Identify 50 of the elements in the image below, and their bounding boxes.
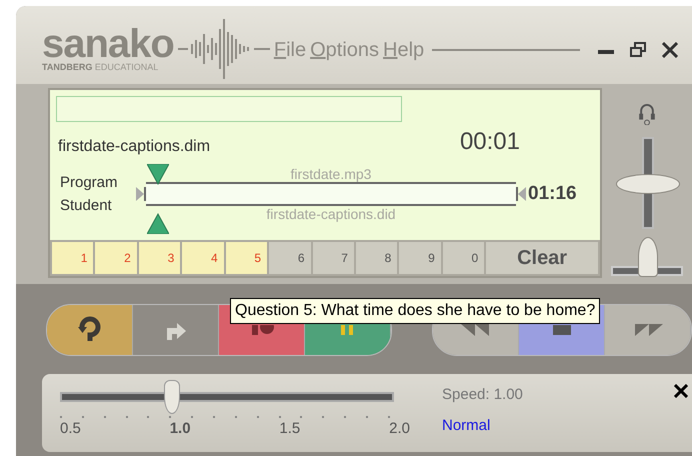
logo-subtitle: TANDBERG EDUCATIONAL (42, 62, 160, 72)
file-name: firstdate-captions.dim (58, 138, 210, 156)
close-icon[interactable] (674, 384, 688, 398)
caption-field[interactable] (56, 96, 402, 122)
fast-forward-icon (632, 324, 662, 336)
tooltip: Question 5: What time does she have to be home? (230, 298, 600, 324)
menu-item[interactable]: File (274, 38, 306, 62)
speed-tick-label: 0.5 (60, 420, 81, 437)
track-label: Program (60, 174, 119, 191)
bookmark-button[interactable]: 4 (182, 242, 224, 274)
close-icon[interactable] (662, 42, 678, 58)
bookmark-button[interactable]: 9 (399, 242, 441, 274)
track-file-name: firstdate.mp3 (290, 166, 372, 182)
bookmark-button[interactable]: 0 (442, 242, 484, 274)
start-marker-icon[interactable] (136, 187, 146, 201)
clear-button[interactable]: Clear (486, 242, 598, 274)
balance-thumb[interactable] (638, 236, 658, 277)
track-label: Student (60, 197, 113, 214)
playhead-marker-icon[interactable] (147, 164, 170, 234)
speed-tick-label: 1.5 (279, 420, 300, 437)
restore-icon[interactable] (630, 42, 646, 58)
speed-reading: Speed: 1.00 (442, 386, 523, 403)
repeat-icon (76, 316, 102, 344)
normal-speed-link[interactable]: Normal (442, 417, 523, 434)
waveform-icon (178, 16, 270, 82)
logo: sanako (42, 26, 174, 62)
end-marker-icon[interactable] (516, 187, 526, 201)
total-time: 01:16 (528, 183, 577, 205)
bookmark-button[interactable]: 1 (52, 242, 94, 274)
stop-icon (552, 325, 570, 335)
elapsed-time: 00:01 (460, 128, 520, 156)
bookmark-button[interactable]: 2 (95, 242, 137, 274)
headphones-icon (638, 102, 656, 126)
bookmark-button[interactable]: 3 (138, 242, 180, 274)
bookmark-button[interactable]: 8 (356, 242, 398, 274)
balance-slider[interactable] (611, 236, 683, 276)
menu-item[interactable]: Options (310, 38, 380, 62)
speed-tick-label: 1.0 (170, 420, 191, 437)
bookmark-button[interactable]: 7 (312, 242, 354, 274)
menu-item[interactable]: Help (383, 38, 424, 62)
speed-thumb[interactable] (164, 380, 180, 414)
bookmark-button[interactable]: 6 (269, 242, 310, 274)
record-icon (250, 325, 274, 335)
speed-slider[interactable] (60, 380, 394, 414)
repeat-button[interactable] (47, 305, 133, 355)
speed-tick-label: 2.0 (389, 420, 410, 437)
bookmark-button[interactable]: 5 (226, 242, 268, 274)
pause-icon (340, 325, 354, 335)
track-file-name: firstdate-captions.did (266, 206, 396, 222)
timeline-track[interactable] (146, 182, 516, 206)
